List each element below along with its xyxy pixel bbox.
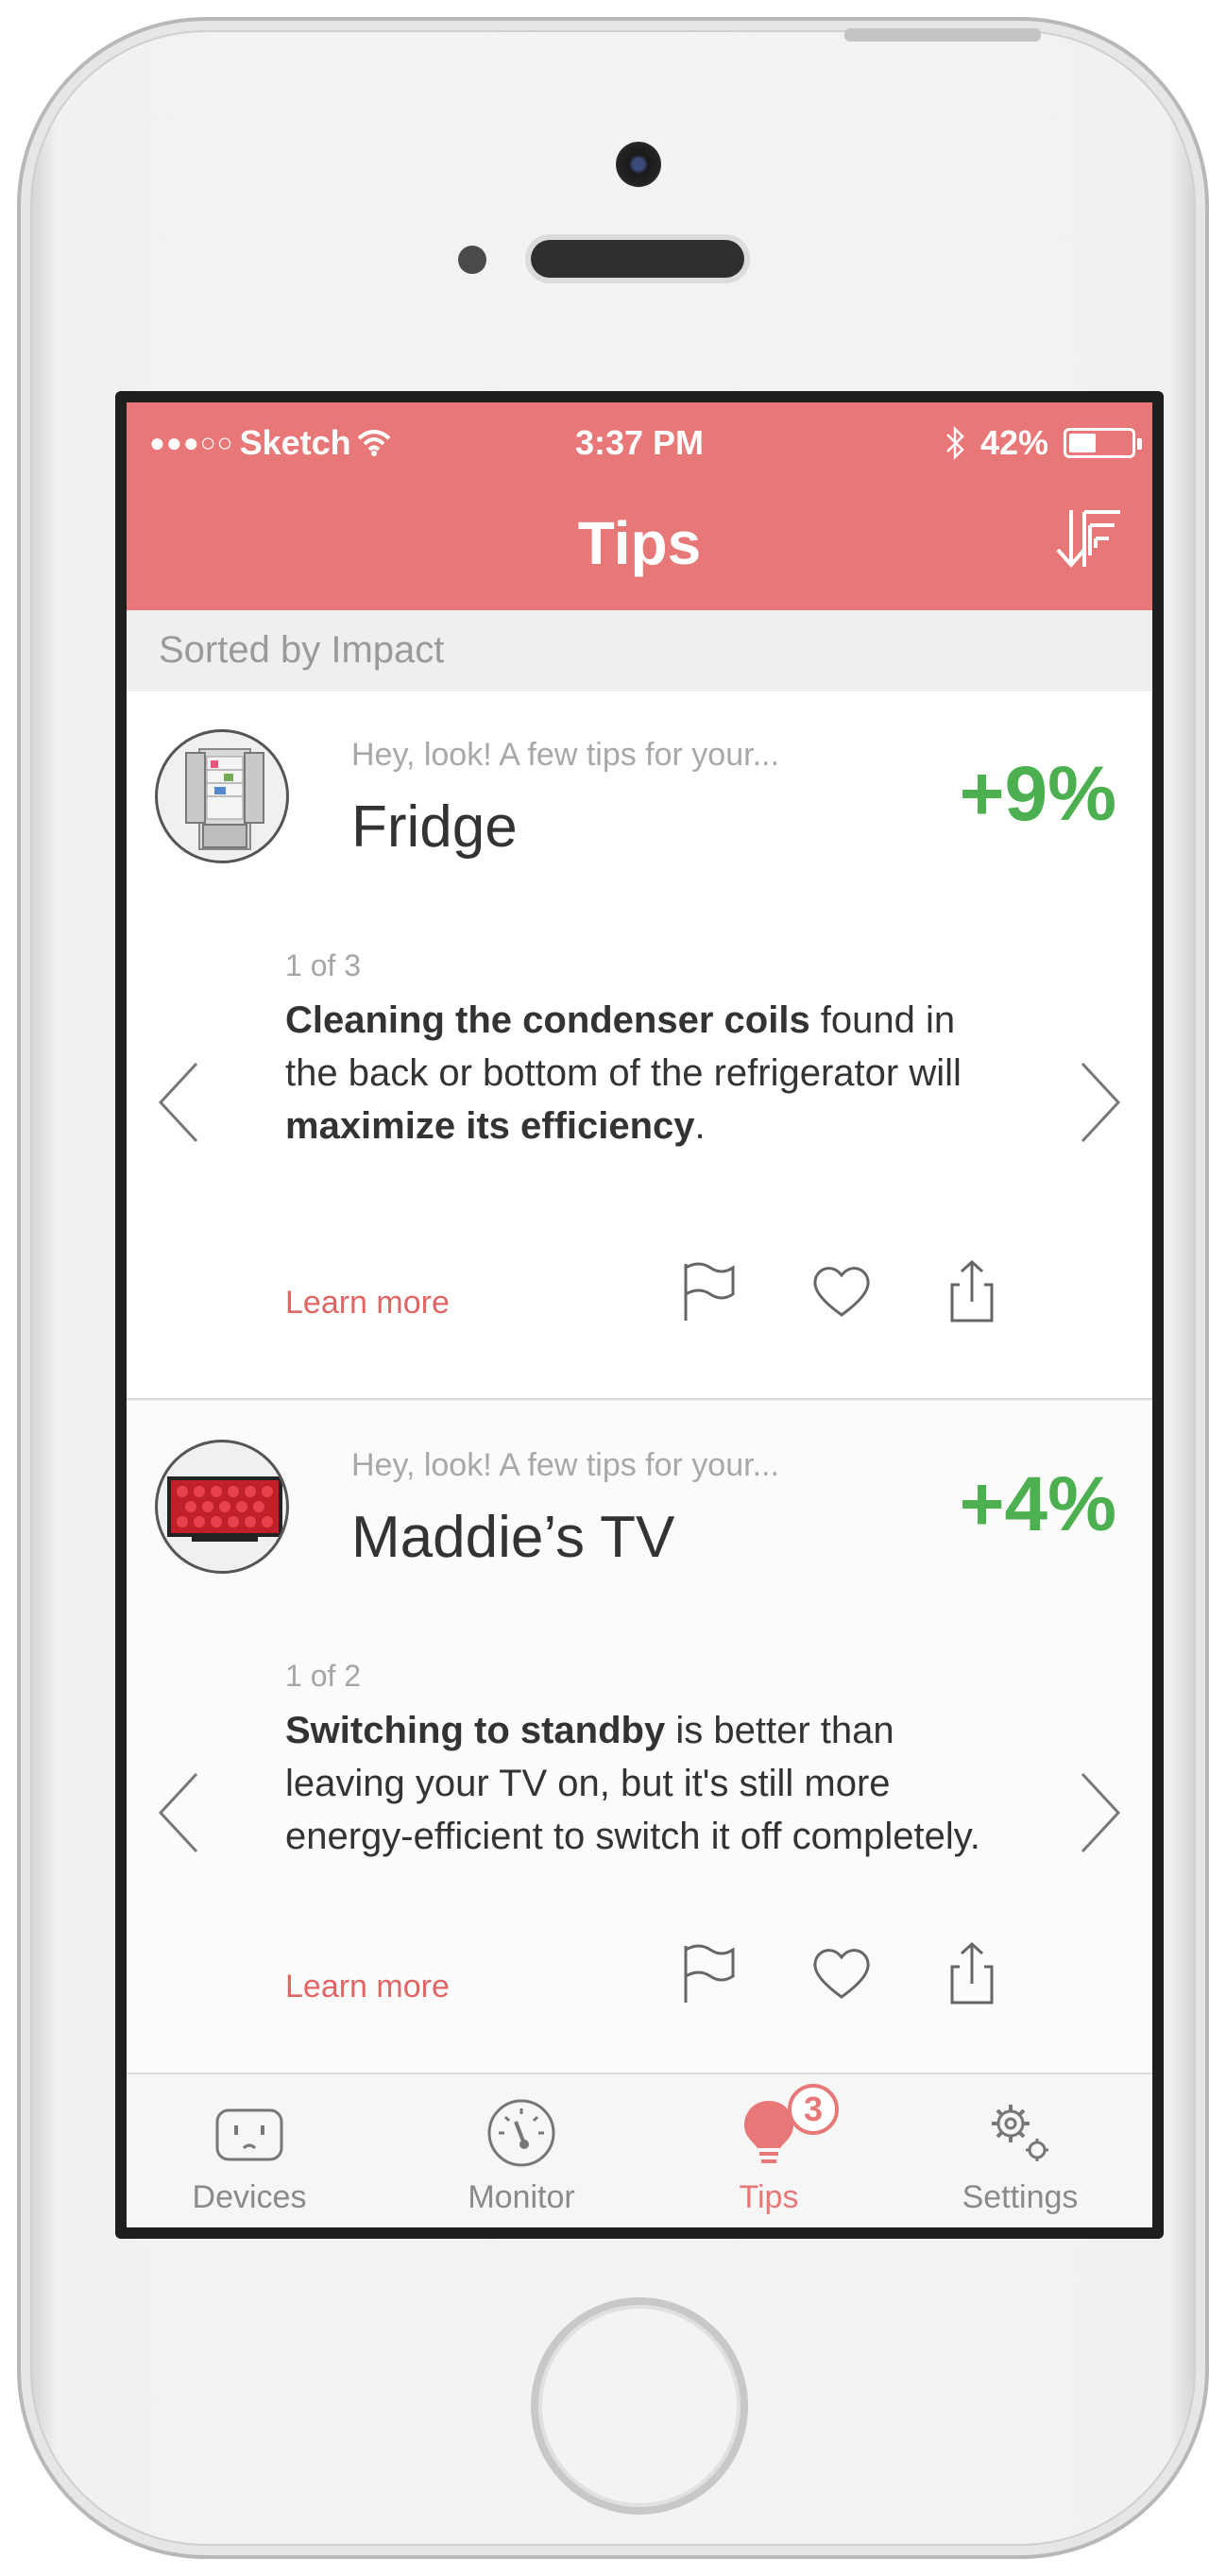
share-icon[interactable] (939, 1940, 1005, 2006)
status-bar: ●●●○○ Sketch 3:37 PM 42% (127, 423, 1152, 470)
heart-icon[interactable] (809, 1258, 875, 1324)
tab-monitor[interactable]: Monitor (408, 2074, 635, 2227)
sort-icon[interactable] (1050, 501, 1126, 576)
previous-tip-arrow-icon[interactable] (155, 1770, 202, 1855)
status-right: 42% (945, 423, 1142, 463)
tab-settings[interactable]: Settings (907, 2074, 1133, 2227)
device-name: Maddie’s TV (351, 1505, 675, 1570)
battery-percent: 42% (979, 423, 1048, 462)
tab-bar: Devices Monitor 3 Tips Settings (127, 2073, 1152, 2227)
tip-card-fridge: Hey, look! A few tips for your... Fridge… (127, 691, 1152, 1400)
tab-label: Monitor (468, 2179, 575, 2215)
impact-percent: +9% (959, 751, 1116, 837)
tip-bold-1: Switching to standby (285, 1710, 666, 1751)
app-header: ●●●○○ Sketch 3:37 PM 42% Tips (127, 402, 1152, 610)
tip-text-2: . (694, 1105, 706, 1147)
fridge-icon (185, 748, 264, 850)
phone-frame: ●●●○○ Sketch 3:37 PM 42% Tips Sorted by … (17, 17, 1209, 2559)
tab-label: Settings (962, 2179, 1079, 2215)
tip-intro: Hey, look! A few tips for your... (351, 1447, 779, 1483)
tip-card-tv: Hey, look! A few tips for your... Maddie… (127, 1402, 1152, 2073)
home-button[interactable] (531, 2297, 748, 2515)
power-button (844, 28, 1041, 42)
flag-icon[interactable] (676, 1258, 742, 1324)
tip-bold-1: Cleaning the condenser coils (285, 999, 810, 1041)
next-tip-arrow-icon[interactable] (1077, 1770, 1124, 1855)
learn-more-link[interactable]: Learn more (285, 1285, 450, 1322)
gauge-icon (487, 2099, 555, 2167)
next-tip-arrow-icon[interactable] (1077, 1060, 1124, 1145)
app-display: ●●●○○ Sketch 3:37 PM 42% Tips Sorted by … (127, 402, 1152, 2227)
outlet-icon (215, 2108, 283, 2161)
tip-bold-2: maximize its efficiency (285, 1105, 695, 1147)
tip-counter: 1 of 2 (285, 1659, 362, 1693)
gears-icon (992, 2105, 1048, 2161)
bluetooth-icon (946, 426, 964, 460)
share-icon[interactable] (939, 1258, 1005, 1324)
front-camera (616, 142, 661, 187)
tab-tips[interactable]: 3 Tips (656, 2074, 882, 2227)
tip-text: Cleaning the condenser coils found in th… (285, 994, 1013, 1152)
tab-devices[interactable]: Devices (136, 2074, 363, 2227)
tab-label: Tips (739, 2179, 799, 2215)
fridge-avatar (155, 729, 289, 863)
learn-more-link[interactable]: Learn more (285, 1969, 450, 2005)
tips-count-badge: 3 (788, 2084, 839, 2135)
tab-label: Devices (192, 2179, 307, 2215)
impact-percent: +4% (959, 1461, 1116, 1547)
device-name: Fridge (351, 794, 518, 860)
tip-counter: 1 of 3 (285, 948, 362, 982)
sort-bar[interactable]: Sorted by Impact (127, 610, 1152, 691)
battery-icon (1064, 428, 1142, 458)
proximity-sensor (458, 246, 486, 274)
screen-bezel: ●●●○○ Sketch 3:37 PM 42% Tips Sorted by … (115, 391, 1164, 2239)
page-title: Tips (577, 509, 702, 577)
tip-text: Switching to standby is better than leav… (285, 1704, 1013, 1863)
sort-label: Sorted by Impact (159, 629, 445, 671)
previous-tip-arrow-icon[interactable] (155, 1060, 202, 1145)
tip-intro: Hey, look! A few tips for your... (351, 737, 779, 773)
earpiece-speaker (531, 240, 744, 278)
tv-avatar (155, 1440, 289, 1574)
heart-icon[interactable] (809, 1940, 875, 2006)
flag-icon[interactable] (676, 1940, 742, 2006)
tv-icon (167, 1476, 282, 1542)
